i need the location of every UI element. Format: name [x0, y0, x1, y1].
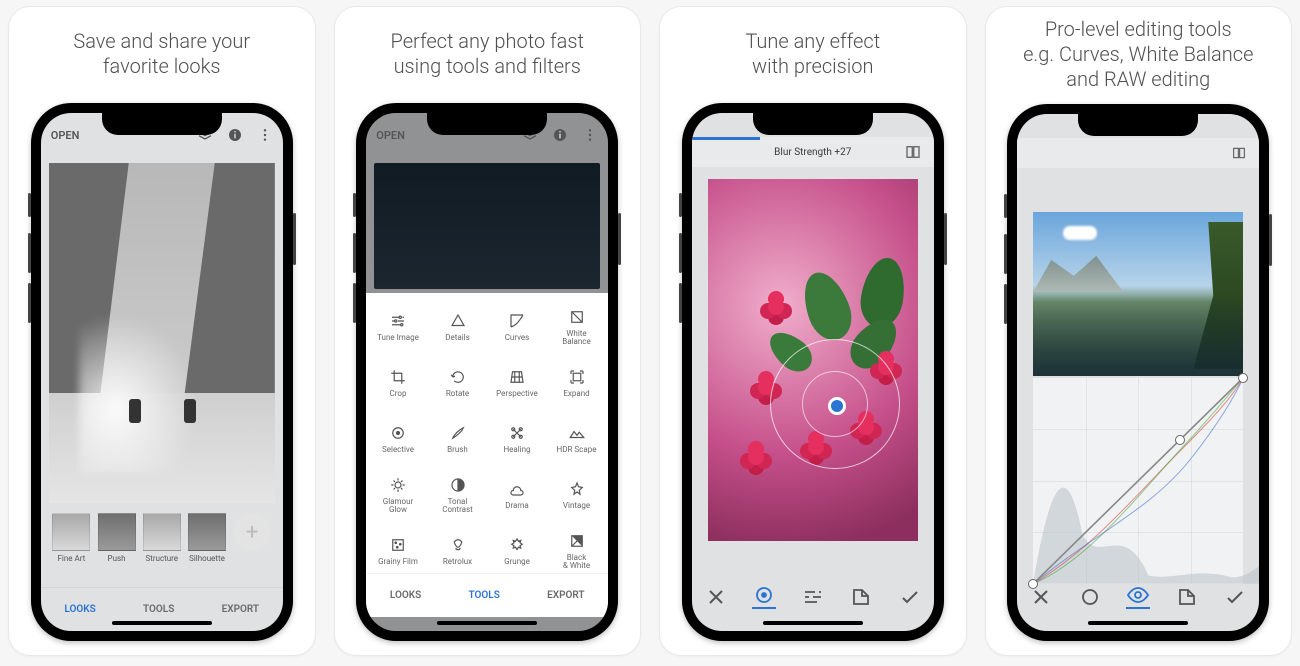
look-thumb[interactable]: Structure	[139, 513, 184, 563]
editor-photo[interactable]	[708, 179, 918, 541]
open-button[interactable]: OPEN	[51, 129, 80, 142]
overflow-menu-icon[interactable]	[257, 127, 273, 143]
curves-actions	[1017, 577, 1259, 617]
look-thumb[interactable]: Push	[94, 513, 139, 563]
apply-button[interactable]	[898, 585, 922, 609]
effect-header: Blur Strength +27	[692, 137, 934, 167]
curve-point[interactable]	[1175, 435, 1185, 445]
screenshot-card-1: Save and share your favorite looks OPEN	[8, 6, 316, 656]
caption-2: Perfect any photo fast using tools and f…	[381, 17, 594, 91]
tool-crop[interactable]: Crop	[368, 355, 428, 411]
slider-progress[interactable]	[692, 137, 760, 140]
tool-grunge[interactable]: Grunge	[487, 523, 547, 579]
shape-circular-button[interactable]	[752, 585, 776, 609]
tool-glamour-glow[interactable]: Glamour Glow	[368, 467, 428, 523]
tab-looks[interactable]: LOOKS	[390, 590, 421, 601]
tool-grainy-film[interactable]: Grainy Film	[368, 523, 428, 579]
bottom-tabs: LOOKS TOOLS EXPORT	[366, 573, 608, 617]
tab-tools[interactable]: TOOLS	[143, 604, 174, 615]
caption-1: Save and share your favorite looks	[63, 17, 260, 91]
looks-strip: Fine Art Push Structure Silhouette +	[49, 513, 275, 563]
phone-frame	[1007, 104, 1269, 641]
tool-white-balance[interactable]: White Balance	[547, 299, 607, 355]
editor-photo-dim	[374, 163, 600, 289]
compare-icon[interactable]	[904, 143, 922, 161]
overflow-menu-icon[interactable]	[582, 127, 598, 143]
tool-hdr-scape[interactable]: HDR Scape	[547, 411, 607, 467]
info-icon[interactable]	[552, 127, 568, 143]
channel-visibility-button[interactable]	[1126, 585, 1150, 609]
cancel-button[interactable]	[704, 585, 728, 609]
info-icon[interactable]	[227, 127, 243, 143]
screenshot-card-3: Tune any effect with precision Blur Stre…	[659, 6, 967, 656]
tab-export[interactable]: EXPORT	[222, 604, 259, 615]
apply-button[interactable]	[1223, 585, 1247, 609]
effect-actions	[692, 577, 934, 617]
caption-3: Tune any effect with precision	[735, 17, 890, 91]
adjust-sliders-button[interactable]	[801, 585, 825, 609]
styles-button[interactable]	[849, 585, 873, 609]
tool-healing[interactable]: Healing	[487, 411, 547, 467]
curves-header	[1017, 138, 1259, 168]
tab-export[interactable]: EXPORT	[547, 590, 584, 601]
tool-expand[interactable]: Expand	[547, 355, 607, 411]
tool-rotate[interactable]: Rotate	[428, 355, 488, 411]
styles-button[interactable]	[1175, 585, 1199, 609]
effect-indicator: Blur Strength +27	[774, 147, 851, 158]
cancel-button[interactable]	[1029, 585, 1053, 609]
look-thumb[interactable]: Fine Art	[49, 513, 94, 563]
screenshot-card-4: Pro-level editing tools e.g. Curves, Whi…	[985, 6, 1293, 656]
open-button[interactable]: OPEN	[376, 129, 405, 142]
channel-luminance-button[interactable]	[1078, 585, 1102, 609]
tools-sheet: Tune Image Details Curves White Balance …	[366, 293, 608, 575]
curves-panel[interactable]	[1033, 378, 1243, 584]
tool-selective[interactable]: Selective	[368, 411, 428, 467]
tab-tools[interactable]: TOOLS	[469, 590, 500, 601]
compare-icon[interactable]	[1231, 145, 1247, 161]
tool-details[interactable]: Details	[428, 299, 488, 355]
phone-frame: OPEN Tune Image Details Curves White Bal…	[356, 103, 618, 641]
tab-looks[interactable]: LOOKS	[64, 604, 95, 615]
tool-curves[interactable]: Curves	[487, 299, 547, 355]
tool-black-white[interactable]: Black & White	[547, 523, 607, 579]
tool-brush[interactable]: Brush	[428, 411, 488, 467]
screenshot-card-2: Perfect any photo fast using tools and f…	[334, 6, 642, 656]
editor-photo[interactable]	[1033, 212, 1243, 376]
look-thumb[interactable]: Silhouette	[184, 513, 229, 563]
tool-tune-image[interactable]: Tune Image	[368, 299, 428, 355]
editor-photo[interactable]	[49, 163, 275, 503]
tool-retrolux[interactable]: Retrolux	[428, 523, 488, 579]
focus-point[interactable]	[828, 397, 846, 415]
tool-perspective[interactable]: Perspective	[487, 355, 547, 411]
tool-vintage[interactable]: Vintage	[547, 467, 607, 523]
tool-drama[interactable]: Drama	[487, 467, 547, 523]
phone-frame: Blur Strength +27	[682, 103, 944, 641]
add-look-button[interactable]: +	[230, 513, 275, 551]
caption-4: Pro-level editing tools e.g. Curves, Whi…	[1013, 17, 1263, 92]
phone-frame: OPEN Fine Art Push Structure	[31, 103, 293, 641]
curve-point[interactable]	[1238, 373, 1248, 383]
tool-tonal-contrast[interactable]: Tonal Contrast	[428, 467, 488, 523]
